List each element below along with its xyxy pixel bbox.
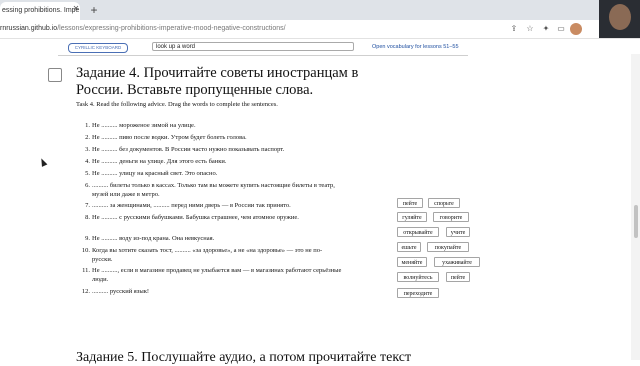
sentence-text[interactable]: .......... билеты только в кассах. Тольк… xyxy=(92,181,342,199)
word-chip[interactable]: учите xyxy=(446,227,470,237)
bookmark-star-icon[interactable]: ☆ xyxy=(524,23,536,35)
word-chip[interactable]: открывайте xyxy=(397,227,439,237)
next-task-title: Задание 5. Послушайте аудио, а потом про… xyxy=(76,350,412,365)
sentence-text[interactable]: Когда вы хотите сказать тост, ..........… xyxy=(92,246,342,264)
url-host: rnrussian.github.io xyxy=(0,25,58,32)
sentence-text[interactable]: Не .......... воду из-под крана. Она нев… xyxy=(92,234,342,243)
sentence-number: 2. xyxy=(85,134,90,141)
sentence-number: 12. xyxy=(81,288,90,295)
active-tab[interactable]: essing prohibitions. Impe xyxy=(0,2,80,20)
word-chip[interactable]: переходите xyxy=(397,288,439,298)
url-path: /lessons/expressing-prohibitions-imperat… xyxy=(57,25,286,32)
extensions-icon[interactable]: ✦ xyxy=(540,23,552,35)
cyrillic-keyboard-button[interactable]: CYRILLIC KEYBOARD xyxy=(68,43,128,53)
sentence-number: 11. xyxy=(82,267,90,274)
word-chip[interactable]: покупайте xyxy=(427,242,469,252)
sentence-text[interactable]: Не .........., если в магазине продавец … xyxy=(92,266,342,284)
word-chip[interactable]: говорите xyxy=(433,212,469,222)
sentence-text[interactable]: .......... за женщинами, .......... пере… xyxy=(92,201,342,210)
sidebar-icon[interactable]: ▭ xyxy=(555,23,567,35)
open-vocabulary-link[interactable]: Open vocabulary for lessons 51–55 xyxy=(372,43,459,51)
word-chip[interactable]: пейте xyxy=(397,198,423,208)
word-chip[interactable]: пейте xyxy=(446,272,470,282)
word-chip[interactable]: ухаживайте xyxy=(434,257,480,267)
word-chip[interactable]: волнуйтесь xyxy=(397,272,439,282)
task-subtitle: Task 4. Read the following advice. Drag … xyxy=(76,101,278,108)
mouse-cursor-icon xyxy=(38,157,48,167)
new-tab-button[interactable]: + xyxy=(87,3,101,17)
url-text[interactable]: rnrussian.github.io/lessons/expressing-p… xyxy=(0,23,286,35)
sentence-number: 1. xyxy=(85,122,90,129)
word-chip[interactable]: гуляйте xyxy=(397,212,427,222)
share-icon[interactable]: ⇪ xyxy=(508,23,520,35)
sentence-text[interactable]: .......... русский язык! xyxy=(92,287,342,296)
word-chip[interactable]: спорьте xyxy=(428,198,460,208)
close-tab-icon[interactable]: ✕ xyxy=(71,4,81,14)
sentence-text[interactable]: Не .......... деньги на улице. Для этого… xyxy=(92,157,342,166)
sentence-text[interactable]: Не .......... без документов. В России ч… xyxy=(92,145,342,154)
profile-avatar[interactable] xyxy=(570,23,582,35)
sentence-number: 6. xyxy=(85,182,90,189)
task-title: Задание 4. Прочитайте советы иностранцам… xyxy=(76,65,359,98)
sentence-text[interactable]: Не .......... пиво после водки. Утром бу… xyxy=(92,133,342,142)
sentence-number: 8. xyxy=(85,214,90,221)
sentence-number: 10. xyxy=(81,247,90,254)
sentence-text[interactable]: Не .......... улицу на красный свет. Это… xyxy=(92,169,342,178)
webcam-overlay xyxy=(599,0,640,38)
sentence-number: 4. xyxy=(85,158,90,165)
sentence-number: 7. xyxy=(85,202,90,209)
sentence-number: 3. xyxy=(85,146,90,153)
divider xyxy=(58,55,468,56)
tab-strip: essing prohibitions. Impe ✕ + xyxy=(0,0,640,20)
sentence-number: 9. xyxy=(85,235,90,242)
sentence-number: 5. xyxy=(85,170,90,177)
address-bar[interactable]: rnrussian.github.io/lessons/expressing-p… xyxy=(0,20,640,39)
word-chip[interactable]: меняйте xyxy=(397,257,427,267)
webcam-person xyxy=(609,4,631,30)
word-chip[interactable]: ешьте xyxy=(397,242,421,252)
sentence-text[interactable]: Не .......... с русскими бабушками. Бабу… xyxy=(92,213,342,222)
tab-title: essing prohibitions. Impe xyxy=(2,7,80,14)
task-complete-checkbox[interactable] xyxy=(48,68,62,82)
scrollbar-thumb[interactable] xyxy=(634,205,638,238)
sentence-text[interactable]: Не .......... мороженое зимой на улице. xyxy=(92,121,342,130)
lookup-word-input[interactable]: look up a word xyxy=(152,42,354,51)
